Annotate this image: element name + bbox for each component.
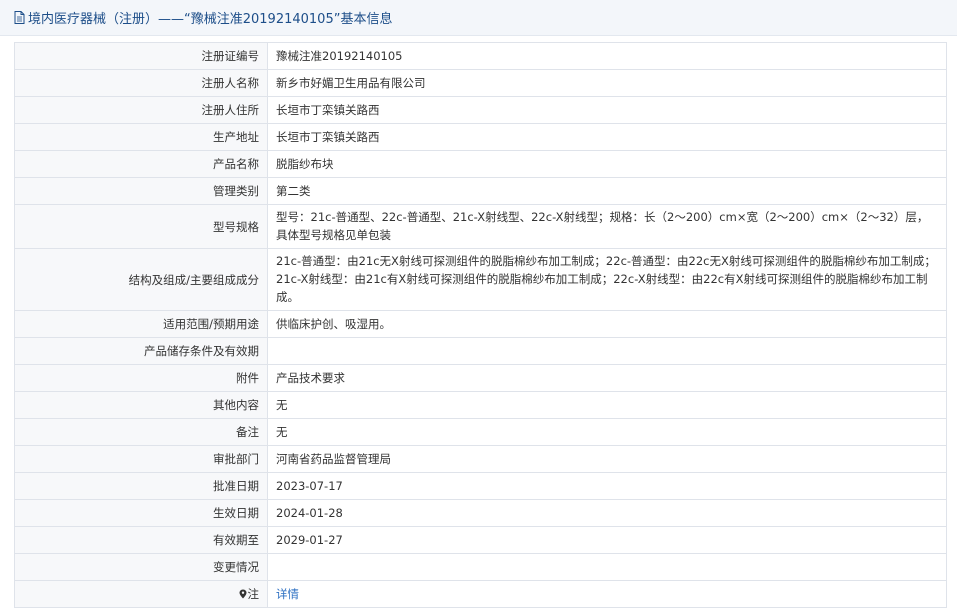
field-value: 无 <box>267 391 947 419</box>
table-row: 附件 产品技术要求 <box>14 364 947 392</box>
table-row: 批准日期 2023-07-17 <box>14 472 947 500</box>
table-row: 备注无 <box>14 418 947 446</box>
field-label: 生产地址 <box>14 123 268 151</box>
field-label: 有效期至 <box>14 526 268 554</box>
table-row: 产品名称 脱脂纱布块 <box>14 150 947 178</box>
document-icon <box>14 11 25 24</box>
table-row: 其他内容无 <box>14 391 947 419</box>
field-label: 结构及组成/主要组成成分 <box>14 248 268 311</box>
field-label: 适用范围/预期用途 <box>14 310 268 338</box>
details-link[interactable]: 详情 <box>276 587 299 601</box>
field-label: 管理类别 <box>14 177 268 205</box>
field-label: 批准日期 <box>14 472 268 500</box>
table-row: 型号规格 型号：21c-普通型、22c-普通型、21c-X射线型、22c-X射线型… <box>14 204 947 249</box>
table-row: 注册人住所 长垣市丁栾镇关路西 <box>14 96 947 124</box>
table-row: 变更情况 <box>14 553 947 581</box>
field-value: 河南省药品监督管理局 <box>267 445 947 473</box>
field-value: 型号：21c-普通型、22c-普通型、21c-X射线型、22c-X射线型；规格：… <box>267 204 947 249</box>
field-value: 脱脂纱布块 <box>267 150 947 178</box>
detail-table: 注册证编号 豫械注准20192140105 注册人名称 新乡市好媚卫生用品有限公司 … <box>14 42 947 608</box>
table-row: 适用范围/预期用途 供临床护创、吸湿用。 <box>14 310 947 338</box>
table-row: 生产地址 长垣市丁栾镇关路西 <box>14 123 947 151</box>
field-label: 产品名称 <box>14 150 268 178</box>
field-label: 生效日期 <box>14 499 268 527</box>
field-value: 产品技术要求 <box>267 364 947 392</box>
field-value <box>267 553 947 581</box>
table-row: 注册证编号 豫械注准20192140105 <box>14 42 947 70</box>
field-label: 备注 <box>14 418 268 446</box>
table-row: 结构及组成/主要组成成分 21c-普通型：由21c无X射线可探测组件的脱脂棉纱布加… <box>14 248 947 311</box>
page-title: 境内医疗器械（注册）——“豫械注准20192140105”基本信息 <box>28 12 393 27</box>
field-label: 注册证编号 <box>14 42 268 70</box>
field-label: 审批部门 <box>14 445 268 473</box>
field-value <box>267 337 947 365</box>
note-value: 详情 <box>267 580 947 608</box>
field-label: 其他内容 <box>14 391 268 419</box>
field-label: 变更情况 <box>14 553 268 581</box>
page-header: 境内医疗器械（注册）——“豫械注准20192140105”基本信息 <box>0 0 957 36</box>
table-row: 注册人名称 新乡市好媚卫生用品有限公司 <box>14 69 947 97</box>
field-value: 豫械注准20192140105 <box>267 42 947 70</box>
table-row: 注 详情 <box>14 580 947 608</box>
location-pin-icon <box>239 589 246 599</box>
table-row: 管理类别 第二类 <box>14 177 947 205</box>
field-value: 21c-普通型：由21c无X射线可探测组件的脱脂棉纱布加工制成；22c-普通型：… <box>267 248 947 311</box>
field-label: 注册人住所 <box>14 96 268 124</box>
field-value: 长垣市丁栾镇关路西 <box>267 123 947 151</box>
field-label: 附件 <box>14 364 268 392</box>
field-value: 2023-07-17 <box>267 472 947 500</box>
field-value: 2024-01-28 <box>267 499 947 527</box>
field-value: 无 <box>267 418 947 446</box>
note-label-text: 注 <box>247 587 260 601</box>
table-row: 有效期至 2029-01-27 <box>14 526 947 554</box>
field-value: 2029-01-27 <box>267 526 947 554</box>
field-value: 长垣市丁栾镇关路西 <box>267 96 947 124</box>
field-label: 产品储存条件及有效期 <box>14 337 268 365</box>
table-row: 产品储存条件及有效期 <box>14 337 947 365</box>
field-value: 新乡市好媚卫生用品有限公司 <box>267 69 947 97</box>
field-value: 供临床护创、吸湿用。 <box>267 310 947 338</box>
note-label: 注 <box>14 580 268 608</box>
table-row: 生效日期 2024-01-28 <box>14 499 947 527</box>
table-row: 审批部门 河南省药品监督管理局 <box>14 445 947 473</box>
field-value: 第二类 <box>267 177 947 205</box>
field-label: 型号规格 <box>14 204 268 249</box>
field-label: 注册人名称 <box>14 69 268 97</box>
